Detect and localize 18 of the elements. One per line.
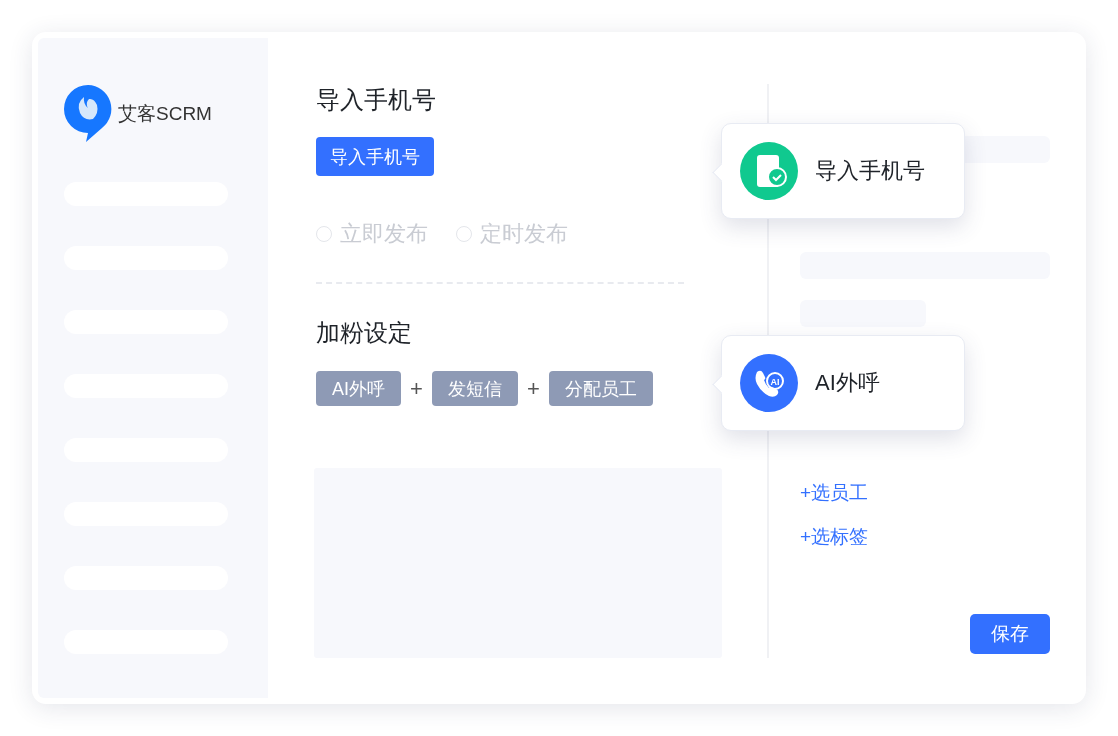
section-title: 加粉设定 bbox=[316, 319, 413, 347]
step-tag: 发短信 bbox=[431, 371, 518, 406]
radio-icon[interactable] bbox=[456, 226, 472, 242]
save-button[interactable]: 保存 bbox=[970, 614, 1050, 654]
plus-sign: + bbox=[526, 375, 540, 402]
import-button[interactable]: 导入手机号 bbox=[316, 137, 434, 176]
section-title: 导入手机号 bbox=[316, 86, 437, 114]
phone-ai-icon: AI bbox=[740, 354, 798, 412]
radio-icon[interactable] bbox=[316, 226, 332, 242]
step-tag: 分配员工 bbox=[548, 371, 653, 406]
plus-sign: + bbox=[410, 375, 423, 402]
add-link[interactable]: +选标签 bbox=[800, 525, 869, 549]
callout-title: AI外呼 bbox=[815, 369, 880, 397]
callout-title: 导入手机号 bbox=[815, 157, 925, 185]
step-tag: AI外呼 bbox=[316, 371, 401, 406]
brand-name: 艾客SCRM bbox=[118, 102, 212, 126]
logo-icon bbox=[64, 85, 112, 143]
add-link[interactable]: +选员工 bbox=[800, 481, 869, 505]
